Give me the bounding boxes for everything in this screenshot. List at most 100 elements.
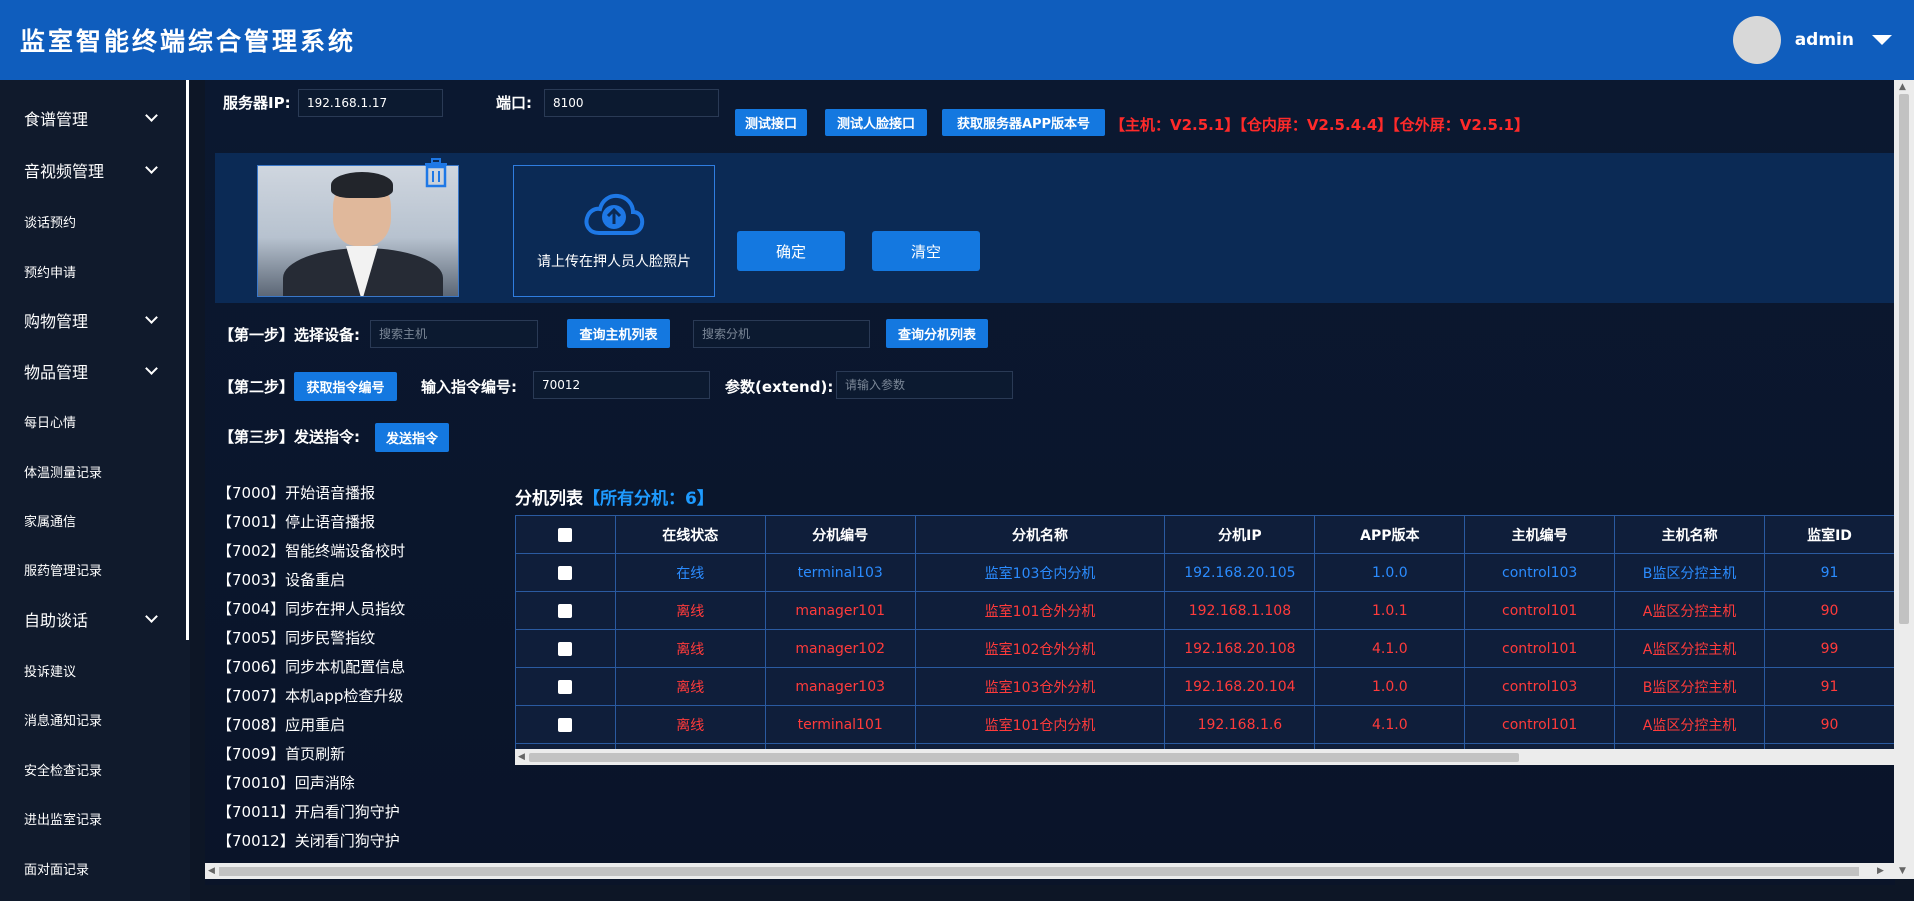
command-code-label: 输入指令编号: (421, 378, 517, 396)
server-ip-label: 服务器IP: (223, 94, 291, 112)
sidebar-item[interactable]: 家属通信 (0, 500, 186, 540)
port-input[interactable]: 8100 (544, 89, 719, 117)
sidebar-item-label: 体温测量记录 (24, 465, 103, 481)
table-cell-host-id: control103 (1464, 553, 1616, 592)
top-header: 监室智能终端综合管理系统 admin (0, 0, 1914, 80)
column-header: 主机编号 (1464, 515, 1616, 554)
chevron-down-icon[interactable] (145, 109, 158, 122)
table-cell-host-name: A监区分控主机 (1614, 705, 1766, 744)
chevron-down-icon[interactable] (145, 610, 158, 623)
port-label: 端口: (496, 94, 532, 112)
page-horizontal-scrollbar[interactable]: ◀ ▶ (205, 863, 1895, 879)
chevron-down-icon[interactable] (145, 311, 158, 324)
sidebar-item[interactable]: 谈话预约 (0, 201, 186, 241)
row-checkbox[interactable] (558, 565, 573, 580)
sidebar-item[interactable]: 预约申请 (0, 251, 186, 291)
command-item: 【7009】首页刷新 (217, 745, 346, 763)
table-horizontal-scrollbar[interactable]: ◀ (515, 749, 1895, 765)
table-cell-name: 监室101仓外分机 (914, 591, 1166, 630)
sidebar-item[interactable]: 体温测量记录 (0, 451, 186, 491)
sidebar-item[interactable]: 自助谈话 (0, 599, 186, 639)
get-command-code-button[interactable]: 获取指令编号 (294, 372, 397, 401)
main-content: 服务器IP: 192.168.1.17 端口: 8100 测试接口 测试人脸接口… (205, 80, 1895, 885)
extend-param-input[interactable]: 请输入参数 (836, 371, 1013, 399)
page-scroll-left-icon[interactable]: ◀ (208, 866, 215, 876)
table-row[interactable]: 离线 manager102 监室102仓外分机 192.168.20.108 4.1.0… (515, 629, 1895, 668)
sidebar-item[interactable]: 音视频管理 (0, 150, 186, 190)
page-scroll-down-icon[interactable]: ▼ (1899, 866, 1906, 876)
sidebar-item[interactable]: 安全检查记录 (0, 749, 186, 789)
extension-table-container: 在线状态 分机编号 分机名称 分机IP APP版本 主机编号 主机名称 监室ID 在线 term… (515, 515, 1895, 765)
sidebar-item[interactable]: 物品管理 (0, 351, 186, 391)
command-code-input[interactable]: 70012 (533, 371, 710, 399)
table-cell-ip: 192.168.20.108 (1164, 629, 1316, 668)
app-title: 监室智能终端综合管理系统 (20, 27, 357, 56)
page-scroll-up-icon[interactable]: ▲ (1899, 82, 1906, 92)
host-search-input[interactable]: 搜索主机 (370, 320, 538, 348)
row-select-cell[interactable] (515, 553, 616, 592)
row-select-cell[interactable] (515, 591, 616, 630)
sidebar-item[interactable]: 购物管理 (0, 300, 186, 340)
page-vscroll-thumb[interactable] (1899, 94, 1909, 624)
table-cell-ip: 192.168.20.105 (1164, 553, 1316, 592)
send-command-button[interactable]: 发送指令 (375, 423, 449, 452)
extension-search-input[interactable]: 搜索分机 (693, 320, 870, 348)
get-app-version-button[interactable]: 获取服务器APP版本号 (942, 109, 1105, 136)
sidebar-item[interactable]: 进出监室记录 (0, 798, 186, 838)
table-row[interactable]: 离线 manager103 监室103仓外分机 192.168.20.104 1.0.0… (515, 667, 1895, 706)
select-all-checkbox[interactable] (558, 527, 573, 542)
column-header: 分机IP (1164, 515, 1316, 554)
cloud-upload-icon (584, 193, 645, 235)
step2-label: 【第二步】 (219, 378, 295, 396)
chevron-down-icon[interactable] (145, 161, 158, 174)
scroll-left-arrow-icon[interactable]: ◀ (518, 752, 525, 762)
row-checkbox[interactable] (558, 679, 573, 694)
page-hscroll-thumb[interactable] (219, 867, 1859, 876)
table-cell-status: 离线 (614, 667, 766, 706)
sidebar-item[interactable]: 每日心情 (0, 401, 186, 441)
command-code-list: 【7000】开始语音播报 【7001】停止语音播报 【7002】智能终端设备校时 【7… (217, 482, 405, 859)
row-select-cell[interactable] (515, 629, 616, 668)
table-cell-host-id: control101 (1464, 705, 1616, 744)
sidebar-item[interactable]: 投诉建议 (0, 650, 186, 690)
command-item: 【7000】开始语音播报 (217, 484, 376, 502)
avatar[interactable] (1732, 16, 1781, 64)
select-all-cell[interactable] (515, 515, 616, 554)
column-header: 监室ID (1764, 515, 1895, 554)
table-cell-app: 1.0.1 (1314, 591, 1466, 630)
row-checkbox[interactable] (558, 603, 573, 618)
sidebar-item[interactable]: 消息通知记录 (0, 699, 186, 739)
test-face-api-button[interactable]: 测试人脸接口 (825, 109, 927, 136)
query-host-list-button[interactable]: 查询主机列表 (567, 319, 670, 348)
sidebar-item[interactable]: 食谱管理 (0, 98, 186, 138)
column-header: 在线状态 (614, 515, 766, 554)
command-item: 【70011】开启看门狗守护 (217, 803, 400, 821)
command-item: 【70012】关闭看门狗守护 (217, 832, 400, 850)
query-extension-list-button[interactable]: 查询分机列表 (886, 319, 988, 348)
column-header: 主机名称 (1614, 515, 1766, 554)
row-checkbox[interactable] (558, 717, 573, 732)
photo-upload-area[interactable]: 请上传在押人员人脸照片 (513, 165, 715, 297)
chevron-down-icon[interactable] (145, 362, 158, 375)
username[interactable]: admin (1795, 30, 1854, 50)
table-cell-status: 离线 (614, 705, 766, 744)
page-vertical-scrollbar[interactable]: ▲ ▼ (1894, 80, 1914, 879)
user-menu[interactable]: admin (1732, 16, 1892, 64)
chevron-down-icon[interactable] (1872, 35, 1892, 45)
table-row[interactable]: 离线 manager101 监室101仓外分机 192.168.1.108 1.0.1 c… (515, 591, 1895, 630)
sidebar-item-label: 预约申请 (24, 265, 77, 281)
trash-icon[interactable] (422, 158, 450, 188)
sidebar-item[interactable]: 面对面记录 (0, 848, 186, 888)
test-api-button[interactable]: 测试接口 (735, 109, 807, 136)
row-select-cell[interactable] (515, 667, 616, 706)
table-scroll-thumb[interactable] (529, 753, 1519, 762)
server-ip-input[interactable]: 192.168.1.17 (298, 89, 443, 117)
table-row[interactable]: 离线 terminal101 监室101仓内分机 192.168.1.6 4.1.0 co… (515, 705, 1895, 744)
row-checkbox[interactable] (558, 641, 573, 656)
sidebar-item[interactable]: 服药管理记录 (0, 549, 186, 589)
confirm-button[interactable]: 确定 (737, 231, 845, 271)
page-scroll-right-icon[interactable]: ▶ (1877, 866, 1884, 876)
row-select-cell[interactable] (515, 705, 616, 744)
clear-button[interactable]: 清空 (872, 231, 980, 271)
table-row[interactable]: 在线 terminal103 监室103仓内分机 192.168.20.105 1.0.… (515, 553, 1895, 592)
